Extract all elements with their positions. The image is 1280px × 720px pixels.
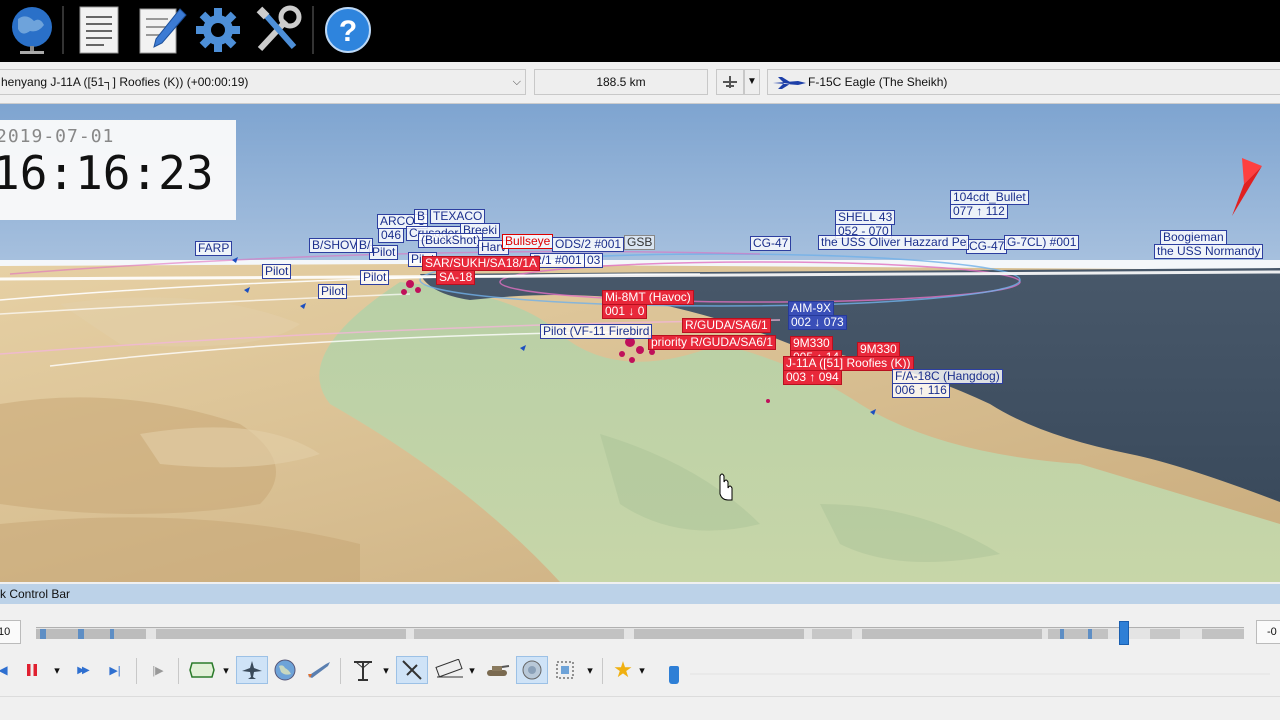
pilot-label[interactable]: Pilot [369,245,399,260]
shell-label[interactable]: SHELL 43 [835,210,896,225]
chevron-down-icon[interactable]: ▾ [636,656,648,684]
hornet-sub-label[interactable]: 006 ↑ 116 [892,383,950,398]
ods-label[interactable]: ODS/2 #001 [552,237,625,252]
sar-sukh-label[interactable]: SAR/SUKH/SA18/1A [422,256,541,271]
camera-mode-dropdown[interactable]: ▼ [744,69,760,95]
document-icon[interactable] [72,3,128,57]
aircraft-icon[interactable] [236,656,268,684]
skip-end-icon[interactable]: ▶| [104,656,126,684]
oliver-hazzard-perry-suffix-label[interactable]: G-7CL) #001 [1004,235,1080,250]
step-back-icon[interactable]: ◀ [0,656,10,684]
toolbar-separator [136,658,137,684]
screenshot-icon[interactable] [550,656,580,684]
camera-frame-icon[interactable] [186,656,218,684]
priority-guda-label[interactable]: priority R/GUDA/SA6/1 [648,335,777,350]
aim9x-sub-label[interactable]: 002 ↓ 073 [788,315,847,330]
aim9x-label[interactable]: AIM-9X [788,301,835,316]
pilot-label[interactable]: Pilot [262,264,292,279]
chevron-down-icon[interactable]: ▾ [220,656,232,684]
9m330-label[interactable]: 9M330 [857,342,900,357]
timeline-playhead[interactable] [1119,621,1129,645]
tank-icon[interactable] [482,656,512,684]
mission-clock: 2019-07-01 16:16:23 [0,120,236,220]
satellite-dish-icon[interactable] [516,656,548,684]
chevron-down-icon[interactable]: ▾ [584,656,596,684]
toolbar-separator [602,658,603,684]
gsb-label[interactable]: GSB [624,235,656,250]
aircraft-swap-icon [723,76,737,88]
bullseye-label[interactable]: Bullseye [502,234,554,249]
main-toolbar: ? [0,0,1280,62]
toolbar-separator [312,6,314,54]
globe-icon[interactable] [270,656,300,684]
texaco-prefix-label[interactable]: B [414,209,429,224]
viewer-select[interactable]: F-15C Eagle (The Sheikh) [767,69,1280,95]
target-select[interactable]: henyang J-11A ([51┐] Roofies (K)) (+00:0… [0,69,526,95]
buckshot-label[interactable]: (BuckShot) [418,233,484,248]
chevron-down-icon[interactable]: ▾ [466,656,478,684]
sa18-label[interactable]: SA-18 [436,270,476,285]
cg47-label[interactable]: CG-47 [966,239,1008,254]
uss-normandy-label[interactable]: the USS Normandy [1154,244,1264,259]
pilot-vf11-label[interactable]: Pilot (VF-11 Firebird [540,324,653,339]
texaco-label[interactable]: TEXACO [430,209,486,224]
playback-controls: ◀ ▾ ▶▶ ▶| |▶ ▾ ▾ ▾ ▾ ★ ▾ [0,652,1280,688]
toolbar-separator [62,6,64,54]
bshov-label[interactable]: B/SHOV [309,238,361,253]
chevron-down-icon[interactable]: ▾ [380,656,392,684]
fighter-jet-icon [773,77,806,89]
timeline-start-field[interactable]: 10 [0,620,21,644]
radar-icon[interactable] [396,656,428,684]
gear-icon[interactable] [190,3,246,57]
ruler-icon[interactable] [432,656,468,684]
farp-label[interactable]: FARP [195,241,233,256]
mi8mt-sub-label[interactable]: 001 ↓ 0 [602,304,648,319]
9m330-label[interactable]: 9M330 [790,336,833,351]
boogieman-label[interactable]: Boogieman [1160,230,1227,245]
control-bar-header: k Control Bar [0,584,1280,604]
bshov-label[interactable]: B/ [356,238,374,253]
selection-bar: henyang J-11A ([51┐] Roofies (K)) (+00:0… [0,62,1280,104]
speed-slider-track[interactable] [690,673,1270,675]
hornet-label[interactable]: F/A-18C (Hangdog) [892,369,1003,384]
edit-notes-icon[interactable] [134,3,190,57]
toolbar-separator [178,658,179,684]
bullet-sub-label[interactable]: 077 ↑ 112 [950,204,1008,219]
svg-text:?: ? [339,15,357,48]
clock-time: 16:16:23 [0,146,214,200]
mi8mt-label[interactable]: Mi-8MT (Havoc) [602,290,694,305]
timeline-track[interactable] [36,627,1244,639]
timeline: 10 -0 [0,612,1280,652]
cg47-label[interactable]: CG-47 [750,236,792,251]
speed-slider-thumb[interactable] [669,666,679,684]
star-icon[interactable]: ★ [610,656,636,684]
toolbar-separator [340,658,341,684]
tower-icon[interactable] [348,656,378,684]
range-display: 188.5 km [534,69,708,95]
camera-mode-button[interactable] [716,69,744,95]
target-label: henyang J-11A ([51┐] Roofies (K)) (+00:0… [1,75,249,89]
guda-label[interactable]: R/GUDA/SA6/1 [682,318,771,333]
missile-icon[interactable] [304,656,334,684]
dropdown-icon[interactable]: ▾ [50,656,64,684]
help-icon[interactable]: ? [320,3,376,57]
step-forward-icon[interactable]: |▶ [146,656,170,684]
viewer-label: F-15C Eagle (The Sheikh) [808,75,948,89]
chevron-down-icon[interactable]: ⌵ [513,70,521,94]
timeline-end-field[interactable]: -0 [1256,620,1280,644]
status-bar [0,696,1280,720]
j11a-sub-label[interactable]: 003 ↑ 094 [783,370,842,385]
arco-sub-label[interactable]: 046 [378,228,405,243]
r1-suffix-label[interactable]: 03 [584,253,604,268]
pilot-label[interactable]: Pilot [360,270,390,285]
tools-icon[interactable] [250,3,306,57]
fast-forward-icon[interactable]: ▶▶ [70,656,94,684]
pilot-label[interactable]: Pilot [318,284,348,299]
pause-icon[interactable] [22,656,42,684]
globe-network-icon[interactable] [4,3,60,57]
bullet-label[interactable]: 104cdt_Bullet [950,190,1029,205]
timeline-events [36,629,1244,639]
oliver-hazzard-perry-label[interactable]: the USS Oliver Hazzard Pe [818,235,970,250]
clock-date: 2019-07-01 [0,126,115,147]
